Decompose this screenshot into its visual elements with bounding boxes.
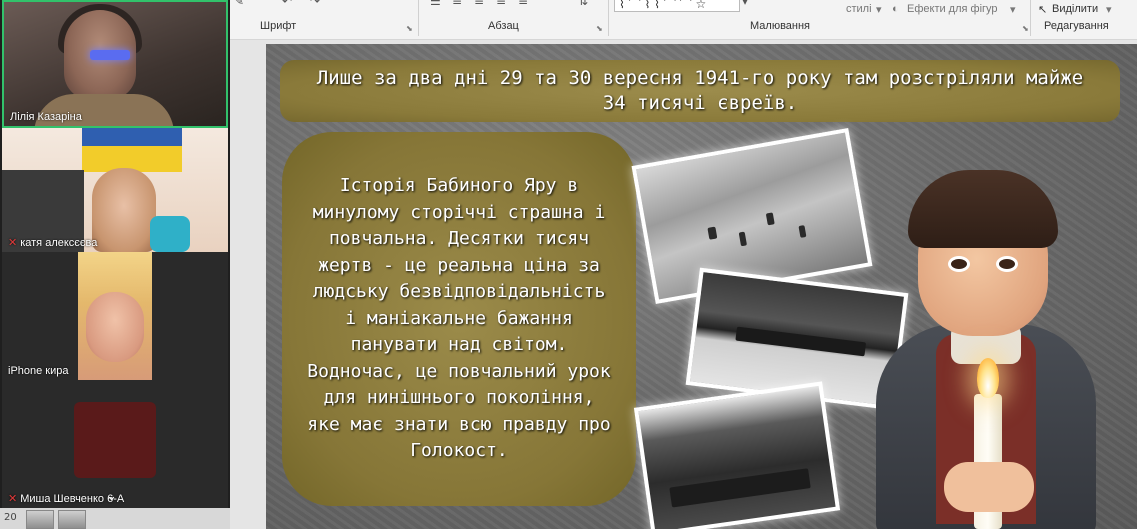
historical-photo[interactable] [633,381,841,529]
dialog-launcher-icon[interactable]: ⬊ [1022,24,1029,33]
quick-styles-label[interactable]: стилі [846,3,872,15]
dialog-launcher-icon[interactable]: ⬊ [406,24,413,33]
participant-name: Лілія Казаріна [10,111,82,123]
chevron-down-icon[interactable]: ⌄ [106,489,117,504]
participant-tile[interactable]: ✕ Миша Шевченко 6-А ⌄ [2,380,228,508]
slide-title-banner[interactable]: Лише за два дні 29 та 30 вересня 1941-го… [280,60,1120,122]
mic-off-icon: ✕ [8,237,18,249]
ribbon-group-editing: Редагування [1044,20,1109,32]
participant-name: iPhone кира [8,365,69,377]
slide-number: 20 [4,512,17,523]
flame-icon [977,358,999,398]
slide-thumbnails: 20 [0,508,230,529]
slide-thumbnail[interactable] [58,510,86,529]
chevron-down-icon[interactable]: ▾ [876,3,882,16]
gallery-more-icon[interactable]: ▾ [742,0,748,8]
select-icon[interactable]: ↖ [1038,3,1047,16]
align-right-icon[interactable]: ≡ [496,0,506,8]
slide[interactable]: Лише за два дні 29 та 30 вересня 1941-го… [266,44,1137,529]
video-call-panel: Лілія Казаріна ✕ катя алексєєва iPhone ки… [0,0,230,508]
participant-tile[interactable]: iPhone кира [2,252,228,380]
slide-body-text: Історія Бабиного Яру в минулому сторіччі… [307,175,611,462]
ribbon-group-drawing: Малювання [750,20,811,32]
align-center-icon[interactable]: ≡ [474,0,484,8]
ribbon: ✎ ↶ ↷ Шрифт ⬊ ☰ ≡ ≡ ≡ ≡ ⇅ Абзац ⬊ ⌇ ⌒ ⌇ … [230,0,1137,40]
boy-with-candle-illustration[interactable] [856,144,1126,529]
undo-icon[interactable]: ↶ [282,0,292,8]
shape-effects-icon[interactable]: ◐ [892,3,899,15]
slide-thumbnail[interactable] [26,510,54,529]
dialog-launcher-icon[interactable]: ⬊ [596,24,603,33]
shapes-gallery[interactable]: ⌇ ⌒ ⌇ ⌇ ⌒ ⌒ ☆ [614,0,740,12]
redo-icon[interactable]: ↷ [310,0,320,8]
participant-video [74,402,156,478]
slide-title-text: Лише за два дні 29 та 30 вересня 1941-го… [316,67,1084,114]
align-left-icon[interactable]: ≡ [452,0,462,8]
mic-off-icon: ✕ [8,493,18,505]
select-button[interactable]: Виділити [1052,3,1098,15]
format-painter-icon[interactable]: ✎ [234,0,244,8]
justify-icon[interactable]: ≡ [518,0,528,8]
participant-tile[interactable]: Лілія Казаріна [2,0,228,128]
participant-name: катя алексєєва [20,237,98,249]
slide-text-panel[interactable]: Історія Бабиного Яру в минулому сторіччі… [282,132,636,506]
participant-tile[interactable]: ✕ катя алексєєва [2,128,228,252]
text-direction-icon[interactable]: ⇅ [578,0,588,8]
shape-effects-label[interactable]: Ефекти для фігур [907,3,998,15]
bullets-icon[interactable]: ☰ [430,0,441,8]
ribbon-group-paragraph: Абзац [488,20,519,32]
chevron-down-icon[interactable]: ▾ [1010,3,1016,16]
ribbon-group-font: Шрифт [260,20,297,32]
chevron-down-icon[interactable]: ▾ [1106,3,1112,16]
